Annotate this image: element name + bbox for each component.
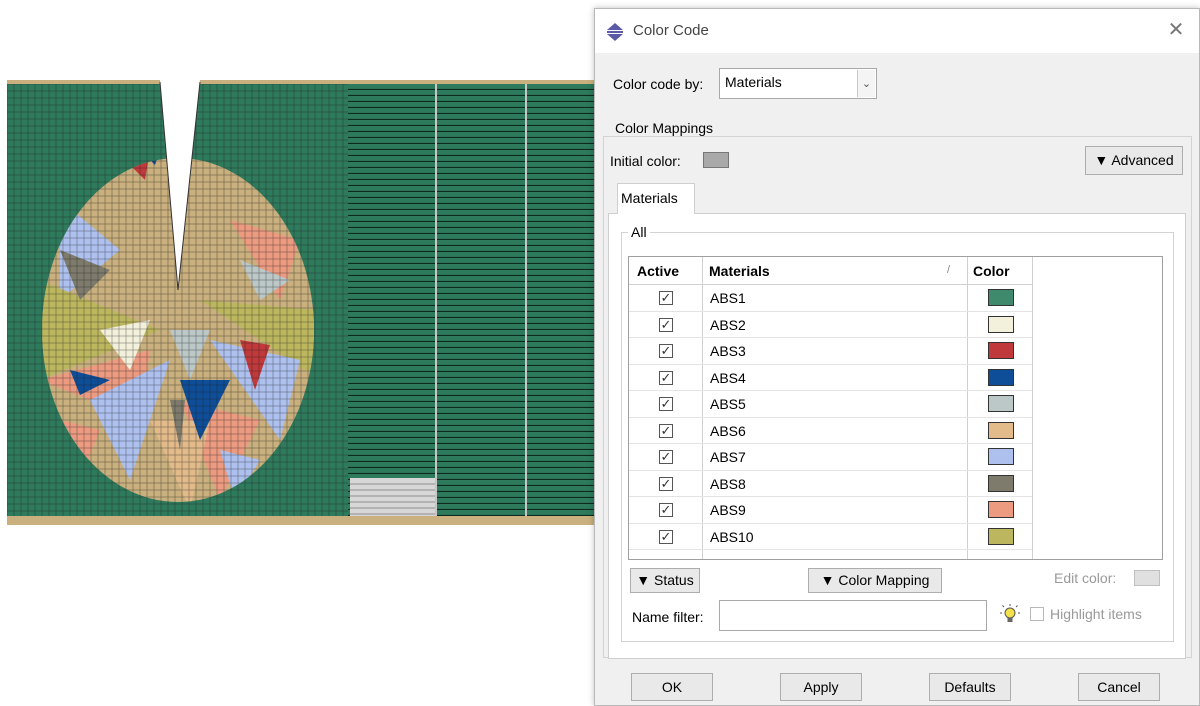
highlight-items-label: Highlight items: [1050, 606, 1142, 622]
color-code-app-icon: [607, 23, 623, 41]
tab-materials-label: Materials: [621, 190, 678, 206]
table-row[interactable]: ✓ ABS10: [629, 524, 1032, 550]
cancel-label: Cancel: [1097, 679, 1141, 695]
active-checkbox[interactable]: ✓: [659, 317, 673, 332]
material-color-swatch[interactable]: [988, 527, 1014, 545]
material-color-swatch[interactable]: [988, 448, 1014, 465]
table-row[interactable]: ✓ ABS6: [629, 418, 1032, 444]
table-row[interactable]: ✓ ABS9: [629, 497, 1032, 524]
color-mapping-button[interactable]: ▼ Color Mapping: [808, 568, 942, 593]
active-checkbox[interactable]: ✓: [659, 370, 673, 385]
initial-color-label: Initial color:: [610, 153, 681, 169]
active-checkbox[interactable]: ✓: [659, 476, 673, 491]
table-row[interactable]: ✓ ABS7: [629, 444, 1032, 471]
edit-color-swatch: [1134, 570, 1160, 586]
materials-table: Active Materials / Color ✓ ABS1 ✓ ABS2 ✓ ABS3…: [628, 256, 1163, 560]
material-color-swatch[interactable]: [988, 474, 1014, 492]
material-name: ABS2: [710, 316, 746, 333]
name-filter-label: Name filter:: [632, 609, 704, 625]
material-name: ABS4: [710, 369, 746, 386]
table-row[interactable]: ✓ ABS1: [629, 285, 1032, 312]
ok-label: OK: [661, 679, 683, 695]
table-header-row: [629, 257, 1032, 285]
active-checkbox[interactable]: ✓: [659, 291, 673, 305]
table-row[interactable]: ✓ ABS2: [629, 312, 1032, 338]
status-button[interactable]: ▼ Status: [630, 568, 700, 593]
material-color-swatch[interactable]: [988, 421, 1014, 439]
material-name: ABS6: [710, 422, 746, 439]
ok-button[interactable]: OK: [631, 673, 713, 701]
color-mappings-label: Color Mappings: [612, 120, 717, 136]
status-label: ▼ Status: [636, 572, 694, 588]
material-name: ABS10: [710, 528, 754, 545]
material-name: ABS8: [710, 475, 746, 492]
lightbulb-icon: [1000, 604, 1020, 622]
active-checkbox[interactable]: ✓: [659, 503, 673, 517]
table-row[interactable]: ✓ ABS4: [629, 365, 1032, 391]
material-name: ABS1: [710, 290, 746, 306]
column-divider: [1032, 257, 1033, 559]
all-label: All: [628, 224, 650, 240]
color-code-by-value: Materials: [725, 74, 782, 90]
color-mapping-label: ▼ Color Mapping: [820, 572, 930, 588]
material-color-swatch[interactable]: [988, 501, 1014, 518]
mesh-model: [7, 80, 600, 525]
advanced-button[interactable]: ▼ Advanced: [1085, 146, 1183, 175]
color-code-by-select[interactable]: Materials ⌄: [719, 68, 877, 99]
material-name: ABS7: [710, 449, 746, 465]
dialog-title: Color Code: [633, 22, 709, 39]
dialog-titlebar[interactable]: Color Code ✕: [595, 9, 1199, 53]
active-checkbox[interactable]: ✓: [659, 344, 673, 358]
sort-indicator-icon: /: [947, 264, 951, 276]
table-row[interactable]: ✓ ABS3: [629, 338, 1032, 365]
highlight-items-checkbox[interactable]: [1030, 607, 1044, 621]
edit-color-label: Edit color:: [1054, 570, 1117, 586]
material-name: ABS5: [710, 396, 746, 412]
table-row[interactable]: ✓ ABS8: [629, 471, 1032, 497]
cancel-button[interactable]: Cancel: [1078, 673, 1160, 701]
material-color-swatch[interactable]: [988, 368, 1014, 386]
material-color-swatch[interactable]: [988, 315, 1014, 333]
tab-materials[interactable]: Materials: [617, 183, 695, 214]
advanced-label: ▼ Advanced: [1094, 152, 1174, 168]
apply-button[interactable]: Apply: [780, 673, 862, 701]
apply-label: Apply: [803, 679, 839, 695]
material-color-swatch[interactable]: [988, 342, 1014, 359]
close-icon[interactable]: ✕: [1163, 17, 1189, 43]
name-filter-input[interactable]: [719, 600, 987, 631]
defaults-label: Defaults: [944, 679, 996, 695]
initial-color-swatch[interactable]: [703, 152, 729, 168]
material-color-swatch[interactable]: [988, 289, 1014, 306]
color-code-by-label: Color code by:: [613, 76, 704, 92]
active-checkbox[interactable]: ✓: [659, 397, 673, 411]
defaults-button[interactable]: Defaults: [929, 673, 1011, 701]
material-name: ABS3: [710, 343, 746, 359]
active-checkbox[interactable]: ✓: [659, 450, 673, 464]
table-row[interactable]: ✓ ABS5: [629, 391, 1032, 418]
material-color-swatch[interactable]: [988, 395, 1014, 412]
material-name: ABS9: [710, 502, 746, 518]
model-viewport[interactable]: [0, 0, 600, 706]
active-checkbox[interactable]: ✓: [659, 529, 673, 544]
active-checkbox[interactable]: ✓: [659, 423, 673, 438]
chevron-down-icon: ⌄: [857, 70, 875, 97]
